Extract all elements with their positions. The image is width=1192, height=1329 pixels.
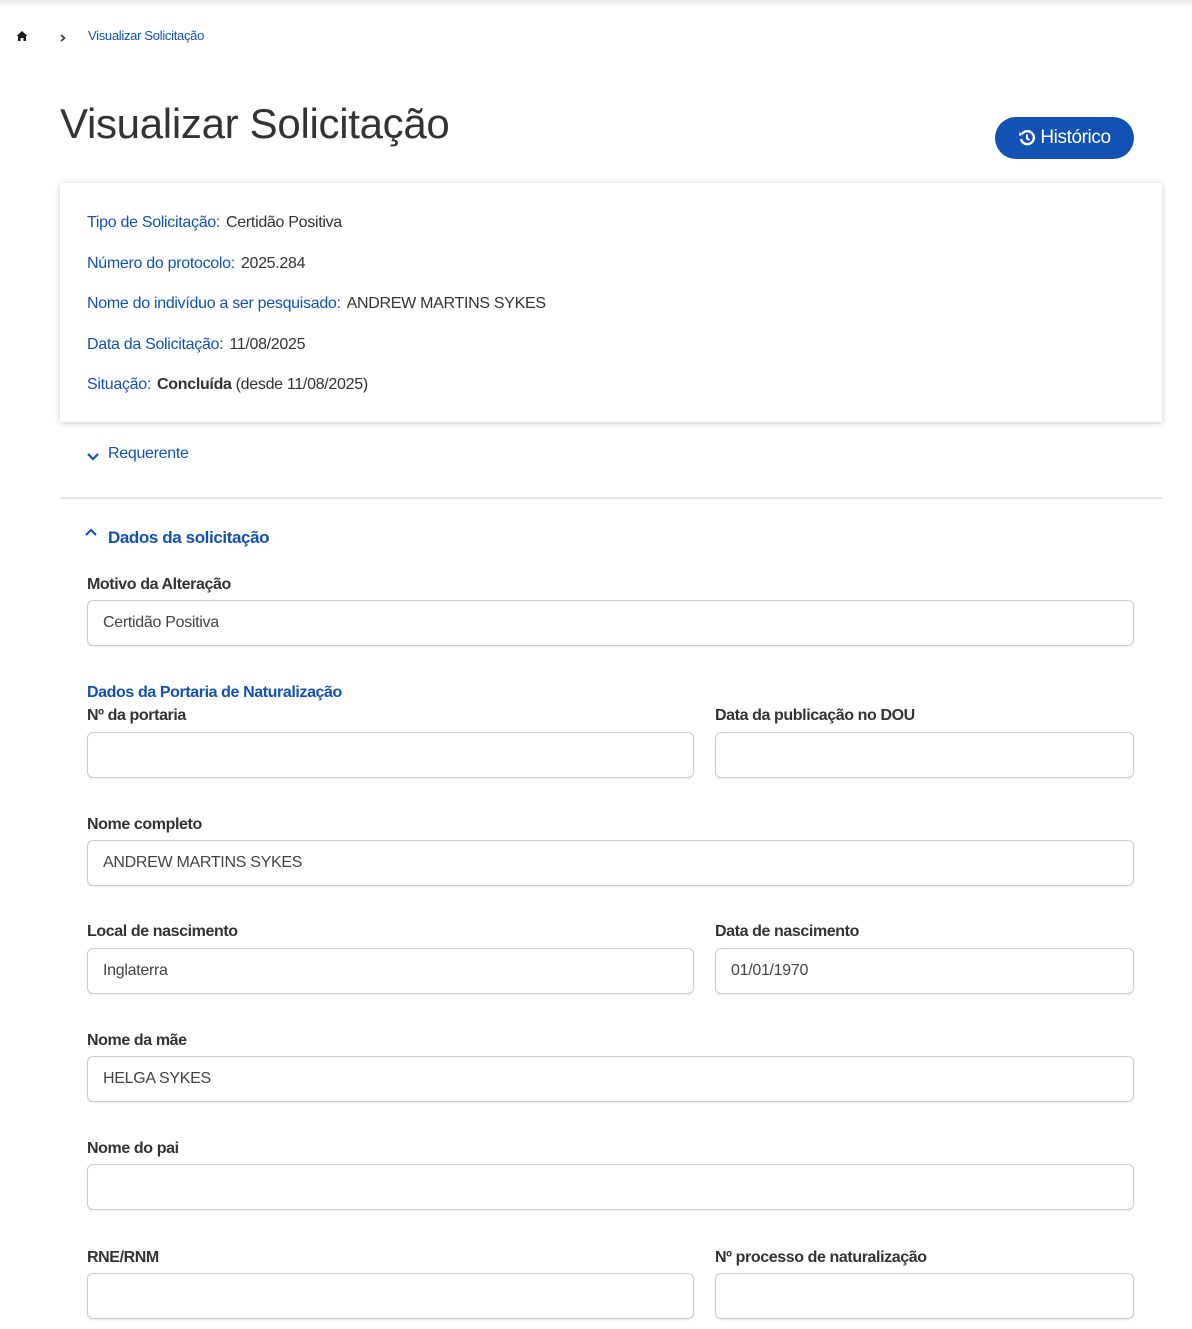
- data-publicacao-label: Data da publicação no DOU: [715, 707, 915, 724]
- data-nascimento-value: 01/01/1970: [731, 962, 809, 979]
- situacao-label: Situação:: [87, 376, 152, 393]
- nome-mae-field[interactable]: HELGA SYKES: [87, 1056, 1134, 1102]
- portaria-label: Nº da portaria: [87, 707, 186, 724]
- local-nascimento-field[interactable]: Inglaterra: [87, 948, 694, 994]
- nome-completo-field[interactable]: ANDREW MARTINS SYKES: [87, 840, 1134, 886]
- nome-mae-value: HELGA SYKES: [103, 1070, 211, 1087]
- summary-data: Data da Solicitação: 11/08/2025: [87, 336, 306, 354]
- nome-mae-label: Nome da mãe: [87, 1032, 187, 1049]
- local-nascimento-value: Inglaterra: [103, 962, 168, 979]
- summary-protocolo: Número do protocolo: 2025.284: [87, 255, 306, 273]
- portaria-section-title: Dados da Portaria de Naturalização: [87, 684, 342, 701]
- summary-tipo: Tipo de Solicitação: Certidão Positiva: [87, 214, 342, 232]
- portaria-field[interactable]: [87, 732, 694, 778]
- dados-solicitacao-toggle[interactable]: Dados da solicitação: [84, 525, 270, 548]
- page-title: Visualizar Solicitação: [60, 100, 450, 147]
- data-nascimento-label: Data de nascimento: [715, 923, 859, 940]
- local-nascimento-label: Local de nascimento: [87, 923, 238, 940]
- situacao-since: (desde 11/08/2025): [235, 376, 368, 393]
- nome-completo-value: ANDREW MARTINS SYKES: [103, 854, 303, 871]
- motivo-field[interactable]: Certidão Positiva: [87, 600, 1134, 646]
- chevron-up-icon: [85, 528, 97, 536]
- motivo-label: Motivo da Alteração: [87, 576, 231, 593]
- section-divider: [60, 497, 1162, 499]
- history-icon: [1019, 129, 1036, 146]
- data-label: Data da Solicitação:: [87, 336, 224, 353]
- protocolo-label: Número do protocolo:: [87, 255, 235, 272]
- nome-pai-field[interactable]: [87, 1164, 1134, 1210]
- chevron-right-icon: [58, 30, 68, 42]
- nome-value: ANDREW MARTINS SYKES: [346, 295, 546, 312]
- history-button[interactable]: Histórico: [995, 117, 1134, 159]
- data-publicacao-field[interactable]: [715, 732, 1134, 778]
- summary-card: Tipo de Solicitação: Certidão Positiva Nú…: [60, 183, 1162, 422]
- tipo-value: Certidão Positiva: [226, 214, 342, 231]
- rne-label: RNE/RNM: [87, 1249, 159, 1266]
- situacao-value: Concluída: [157, 376, 232, 393]
- home-icon[interactable]: [16, 29, 28, 41]
- processo-label: Nº processo de naturalização: [715, 1249, 927, 1266]
- breadcrumb: Visualizar Solicitação: [16, 26, 204, 44]
- requerente-label: Requerente: [108, 445, 189, 462]
- history-button-label: Histórico: [1040, 127, 1111, 148]
- data-value: 11/08/2025: [229, 336, 306, 353]
- motivo-value: Certidão Positiva: [103, 614, 219, 631]
- dados-solicitacao-label: Dados da solicitação: [108, 528, 270, 547]
- data-nascimento-field[interactable]: 01/01/1970: [715, 948, 1134, 994]
- rne-field[interactable]: [87, 1273, 694, 1319]
- summary-nome: Nome do indivíduo a ser pesquisado: ANDRE…: [87, 295, 546, 313]
- top-shadow: [0, 0, 1192, 8]
- processo-field[interactable]: [715, 1273, 1134, 1319]
- nome-pai-label: Nome do pai: [87, 1140, 179, 1157]
- nome-completo-label: Nome completo: [87, 816, 202, 833]
- summary-situacao: Situação: Concluída (desde 11/08/2025): [87, 376, 368, 394]
- breadcrumb-current[interactable]: Visualizar Solicitação: [88, 28, 204, 43]
- nome-label: Nome do indivíduo a ser pesquisado:: [87, 295, 341, 312]
- requerente-toggle[interactable]: Requerente: [86, 444, 189, 464]
- protocolo-value: 2025.284: [240, 255, 306, 272]
- chevron-down-icon: [87, 453, 99, 461]
- tipo-label: Tipo de Solicitação:: [87, 214, 221, 231]
